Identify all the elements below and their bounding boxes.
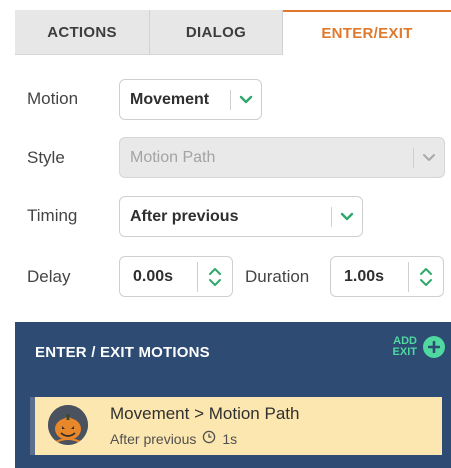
motion-value: Movement (130, 90, 210, 108)
motion-item-title: Movement > Motion Path (110, 404, 300, 423)
motion-item-timing: After previous (110, 430, 197, 447)
clock-icon (202, 430, 216, 447)
chevron-down-icon (414, 153, 444, 163)
motion-label: Motion (27, 89, 79, 108)
delay-label: Delay (27, 267, 71, 286)
motion-item-subtitle: After previous 1s (110, 430, 237, 447)
style-label: Style (27, 148, 65, 167)
pumpkin-avatar-icon (48, 405, 88, 445)
style-value: Motion Path (130, 148, 216, 166)
motions-title: ENTER / EXIT MOTIONS (35, 344, 210, 361)
tab-actions[interactable]: ACTIONS (15, 10, 150, 55)
timing-value: After previous (130, 207, 239, 225)
tab-dialog[interactable]: DIALOG (150, 10, 283, 55)
timing-select[interactable]: After previous (119, 196, 363, 237)
tab-bar: ACTIONS DIALOG ENTER/EXIT (15, 10, 451, 55)
timing-label: Timing (27, 206, 78, 225)
duration-value[interactable]: 1.00s (331, 268, 408, 286)
stepper-icon[interactable] (198, 257, 232, 296)
duration-input[interactable]: 1.00s (330, 256, 444, 297)
delay-value[interactable]: 0.00s (120, 268, 197, 286)
add-exit-button[interactable]: ADD EXIT (393, 336, 445, 358)
style-select: Motion Path (119, 137, 445, 178)
duration-label: Duration (245, 267, 310, 286)
tab-enter-exit[interactable]: ENTER/EXIT (283, 10, 451, 55)
stepper-icon[interactable] (409, 257, 443, 296)
motion-list-item[interactable]: Movement > Motion Path After previous 1s (30, 397, 442, 455)
motion-item-duration: 1s (222, 430, 238, 447)
chevron-down-icon (332, 212, 362, 222)
motion-select[interactable]: Movement (119, 79, 262, 120)
plus-icon[interactable] (423, 336, 445, 358)
chevron-down-icon (231, 95, 261, 105)
delay-input[interactable]: 0.00s (119, 256, 233, 297)
add-exit-label: ADD EXIT (392, 335, 417, 358)
